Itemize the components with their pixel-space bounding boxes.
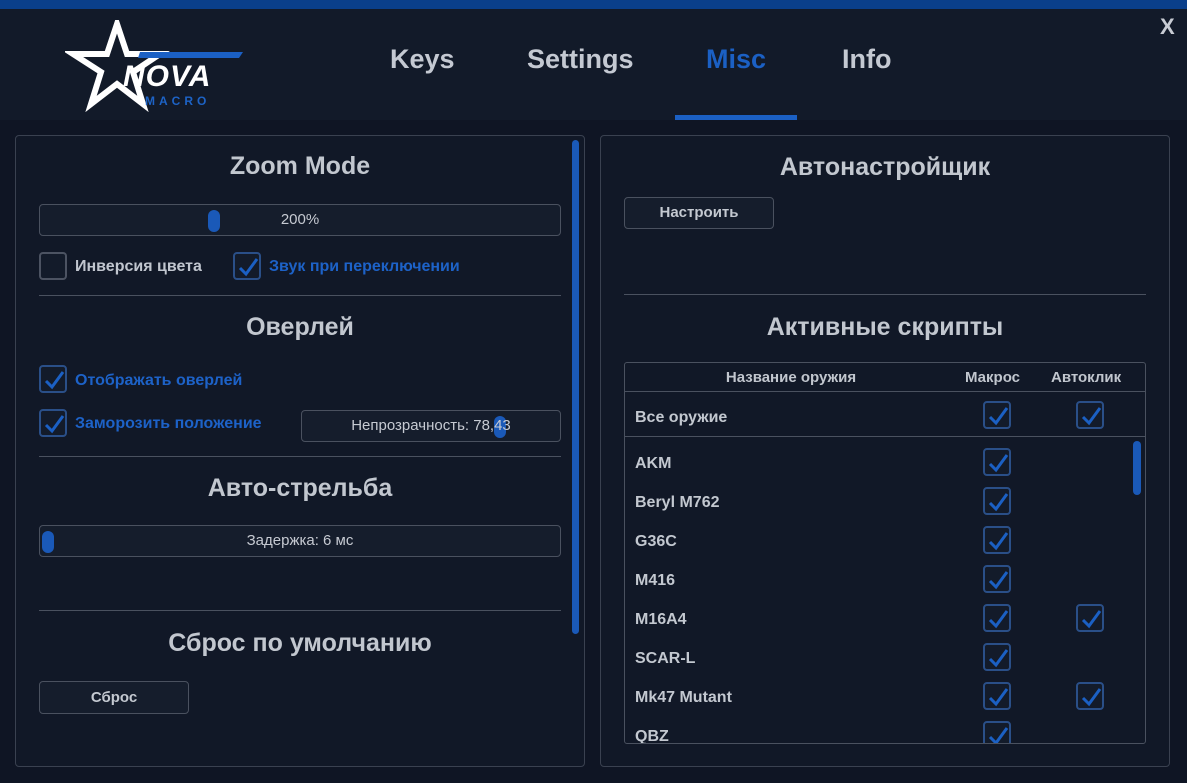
checkmark-icon [1081,610,1102,629]
configure-button[interactable]: Настроить [624,197,774,229]
weapon-name: M16A4 [635,611,687,628]
checkmark-icon [44,415,65,434]
app-logo: NOVA MACRO [65,20,245,112]
autofire-delay-value: Задержка: 6 мс [246,532,354,549]
checkmark-icon [44,371,65,390]
freeze-position-label: Заморозить положение [75,415,262,432]
checkmark-icon [988,454,1009,473]
reset-button[interactable]: Сброс [39,681,189,714]
invert-color-checkbox[interactable] [39,252,67,280]
left-panel-scrollbar[interactable] [572,140,579,634]
tab-settings[interactable]: Settings [527,44,634,75]
tab-info[interactable]: Info [842,44,891,75]
zoom-slider-value: 200% [280,211,320,228]
column-header-autoclick: Автоклик [1051,369,1122,386]
checkmark-icon [988,493,1009,512]
weapon-macro-checkbox[interactable] [983,604,1011,632]
weapon-macro-checkbox[interactable] [983,643,1011,671]
checkmark-icon [988,571,1009,590]
show-overlay-label: Отображать оверлей [75,372,243,389]
opacity-slider[interactable]: Непрозрачность: 78,43 [301,410,561,442]
weapon-macro-checkbox[interactable] [983,682,1011,710]
checkmark-icon [988,649,1009,668]
all-weapons-macro-checkbox[interactable] [983,401,1011,429]
invert-color-label: Инверсия цвета [75,258,202,275]
table-header-divider [625,391,1145,392]
all-weapons-autoclick-checkbox[interactable] [1076,401,1104,429]
divider [39,610,561,611]
weapon-autoclick-checkbox[interactable] [1076,604,1104,632]
table-divider [625,436,1145,437]
divider [39,456,561,457]
opacity-slider-value: Непрозрачность: 78,43 [351,417,511,434]
autotuner-title: Автонастройщик [779,153,991,181]
checkmark-icon [988,727,1009,743]
checkmark-icon [988,610,1009,629]
weapon-macro-checkbox[interactable] [983,487,1011,515]
active-scripts-title: Активные скрипты [766,313,1004,341]
checkmark-icon [1081,407,1102,426]
weapon-macro-checkbox[interactable] [983,565,1011,593]
divider [624,294,1146,295]
freeze-position-checkbox[interactable] [39,409,67,437]
weapon-name: SCAR-L [635,650,696,667]
all-weapons-label: Все оружие [635,409,728,426]
switch-sound-label: Звук при переключении [269,258,460,275]
autofire-delay-slider-thumb[interactable] [42,531,54,553]
logo-text-nova: NOVA [123,60,212,93]
switch-sound-checkbox[interactable] [233,252,261,280]
show-overlay-checkbox[interactable] [39,365,67,393]
checkmark-icon [988,532,1009,551]
weapon-macro-checkbox[interactable] [983,448,1011,476]
checkmark-icon [1081,688,1102,707]
checkmark-icon [988,688,1009,707]
active-tab-indicator [675,115,797,120]
weapon-name: QBZ [635,728,669,744]
window-top-accent-bar [0,0,1187,9]
column-header-macro: Макрос [965,369,1020,386]
tab-misc[interactable]: Misc [706,44,766,75]
autofire-title: Авто-стрельба [207,474,393,502]
weapon-name: Beryl M762 [635,494,720,511]
divider [39,295,561,296]
weapon-name: AKM [635,455,672,472]
zoom-slider-thumb[interactable] [208,210,220,232]
weapon-autoclick-checkbox[interactable] [1076,682,1104,710]
zoom-slider[interactable]: 200% [39,204,561,236]
weapon-name: Mk47 Mutant [635,689,732,706]
checkmark-icon [238,258,259,277]
weapon-macro-checkbox[interactable] [983,721,1011,743]
weapon-name: M416 [635,572,676,589]
weapon-macro-checkbox[interactable] [983,526,1011,554]
logo-text-macro: MACRO [145,94,211,108]
checkmark-icon [988,407,1009,426]
table-scrollbar[interactable] [1133,441,1141,495]
autofire-delay-slider[interactable]: Задержка: 6 мс [39,525,561,557]
tab-keys[interactable]: Keys [390,44,455,75]
weapon-name: G36C [635,533,677,550]
reset-defaults-title: Сброс по умолчанию [168,629,432,657]
close-button[interactable]: X [1160,14,1175,40]
column-header-weapon-name: Название оружия [725,369,857,386]
zoom-mode-title: Zoom Mode [229,152,371,180]
weapons-table: Название оружия Макрос Автоклик Все оруж… [624,362,1146,744]
overlay-title: Оверлей [246,313,354,341]
